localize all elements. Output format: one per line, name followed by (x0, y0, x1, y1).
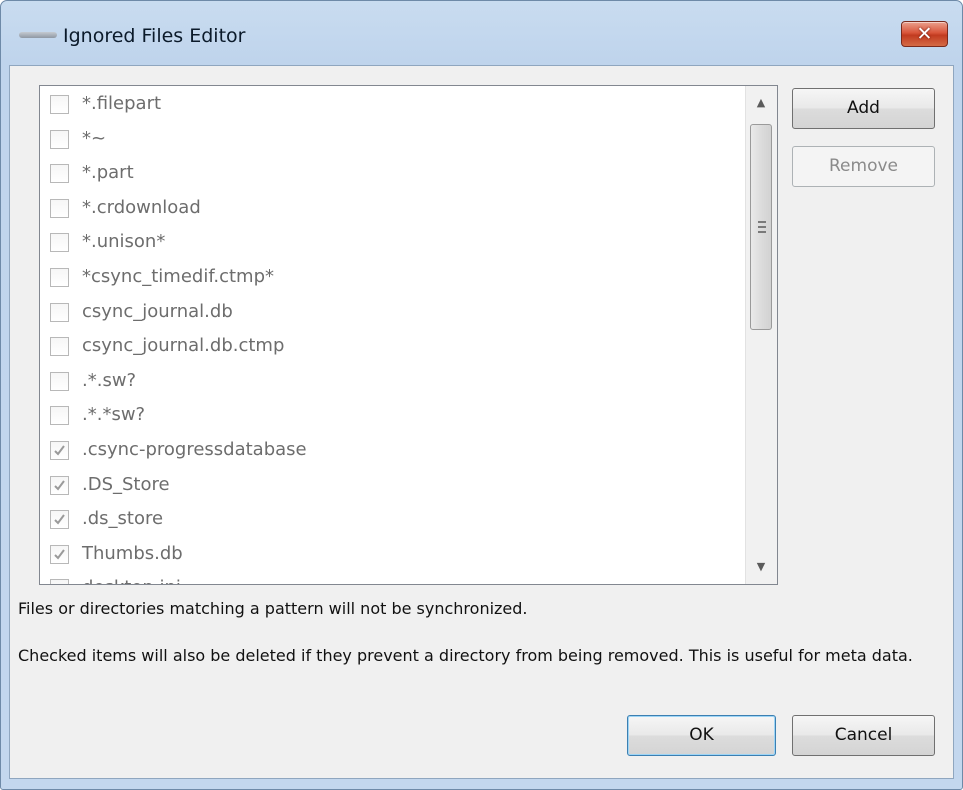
item-checkbox[interactable] (50, 268, 69, 287)
list-item[interactable]: desktop.ini (40, 572, 745, 584)
scroll-down-button[interactable]: ▼ (748, 552, 774, 582)
item-label: *.crdownload (82, 196, 201, 218)
list-item[interactable]: *.part (40, 157, 745, 192)
item-label: .*.sw? (82, 369, 137, 391)
item-label: .ds_store (82, 508, 164, 530)
add-button[interactable]: Add (792, 88, 935, 129)
item-checkbox[interactable] (50, 371, 69, 391)
item-label: .DS_Store (82, 473, 170, 495)
close-icon: ✕ (916, 23, 933, 45)
check-icon (54, 549, 65, 560)
item-label: *~ (82, 127, 107, 149)
item-checkbox[interactable] (50, 441, 69, 460)
vertical-scrollbar[interactable]: ▲ ▼ (745, 86, 777, 584)
list-item[interactable]: .csync-progressdatabase (40, 434, 745, 469)
item-label: *.part (82, 162, 134, 184)
item-label: *csync_timedif.ctmp* (82, 266, 274, 287)
item-label: *.filepart (82, 93, 162, 114)
item-label: Thumbs.db (82, 542, 183, 564)
grip-icon (758, 221, 766, 233)
item-checkbox[interactable] (50, 475, 69, 495)
list-item[interactable]: Thumbs.db (40, 538, 745, 573)
item-checkbox[interactable] (50, 129, 69, 149)
check-icon (54, 445, 65, 456)
ignored-files-editor-dialog: Ignored Files Editor ✕ *.filepart *~ *.par… (0, 0, 963, 790)
check-icon (54, 514, 65, 525)
item-label: desktop.ini (82, 577, 181, 584)
window-title: Ignored Files Editor (63, 25, 246, 47)
item-checkbox[interactable] (50, 198, 69, 218)
item-checkbox[interactable] (50, 406, 69, 426)
list-item[interactable]: .ds_store (40, 503, 745, 538)
item-checkbox[interactable] (50, 510, 69, 530)
ok-button[interactable]: OK (627, 715, 776, 756)
list-item[interactable]: *.crdownload (40, 192, 745, 227)
list-item[interactable]: *~ (40, 123, 745, 158)
title-bar[interactable]: Ignored Files Editor ✕ (1, 1, 962, 65)
list-item[interactable]: csync_journal.db.ctmp (40, 330, 745, 365)
cancel-button[interactable]: Cancel (792, 715, 935, 756)
item-checkbox[interactable] (50, 233, 69, 253)
item-label: csync_journal.db (82, 300, 233, 322)
close-button[interactable]: ✕ (901, 21, 948, 47)
list-item[interactable]: csync_journal.db (40, 296, 745, 331)
scroll-up-button[interactable]: ▲ (748, 88, 774, 118)
owncloud-icon (19, 32, 57, 38)
pattern-items: *.filepart *~ *.part *.crdownload *.unison* *… (40, 86, 745, 584)
item-checkbox[interactable] (50, 337, 69, 357)
item-checkbox[interactable] (50, 302, 69, 322)
list-item[interactable]: .*.sw? (40, 365, 745, 400)
list-item[interactable]: .DS_Store (40, 469, 745, 504)
list-item[interactable]: .*.*sw? (40, 399, 745, 434)
checked-items-note: Checked items will also be deleted if th… (18, 646, 913, 665)
scroll-thumb[interactable] (750, 124, 772, 330)
list-item[interactable]: *.unison* (40, 226, 745, 261)
item-label: .*.*sw? (82, 404, 146, 426)
list-item[interactable]: *.filepart (40, 88, 745, 123)
item-checkbox[interactable] (50, 95, 69, 114)
list-item[interactable]: *csync_timedif.ctmp* (40, 261, 745, 296)
item-label: .csync-progressdatabase (82, 439, 307, 460)
description-text: Files or directories matching a pattern … (18, 599, 528, 618)
item-checkbox[interactable] (50, 164, 69, 184)
check-icon (54, 479, 65, 491)
item-label: *.unison* (82, 231, 166, 253)
ignore-pattern-list[interactable]: *.filepart *~ *.part *.crdownload *.unison* *… (39, 85, 778, 585)
dialog-body: *.filepart *~ *.part *.crdownload *.unison* *… (9, 65, 954, 779)
item-label: csync_journal.db.ctmp (82, 335, 285, 357)
item-checkbox[interactable] (50, 579, 69, 584)
remove-button[interactable]: Remove (792, 146, 935, 187)
item-checkbox[interactable] (50, 544, 69, 564)
